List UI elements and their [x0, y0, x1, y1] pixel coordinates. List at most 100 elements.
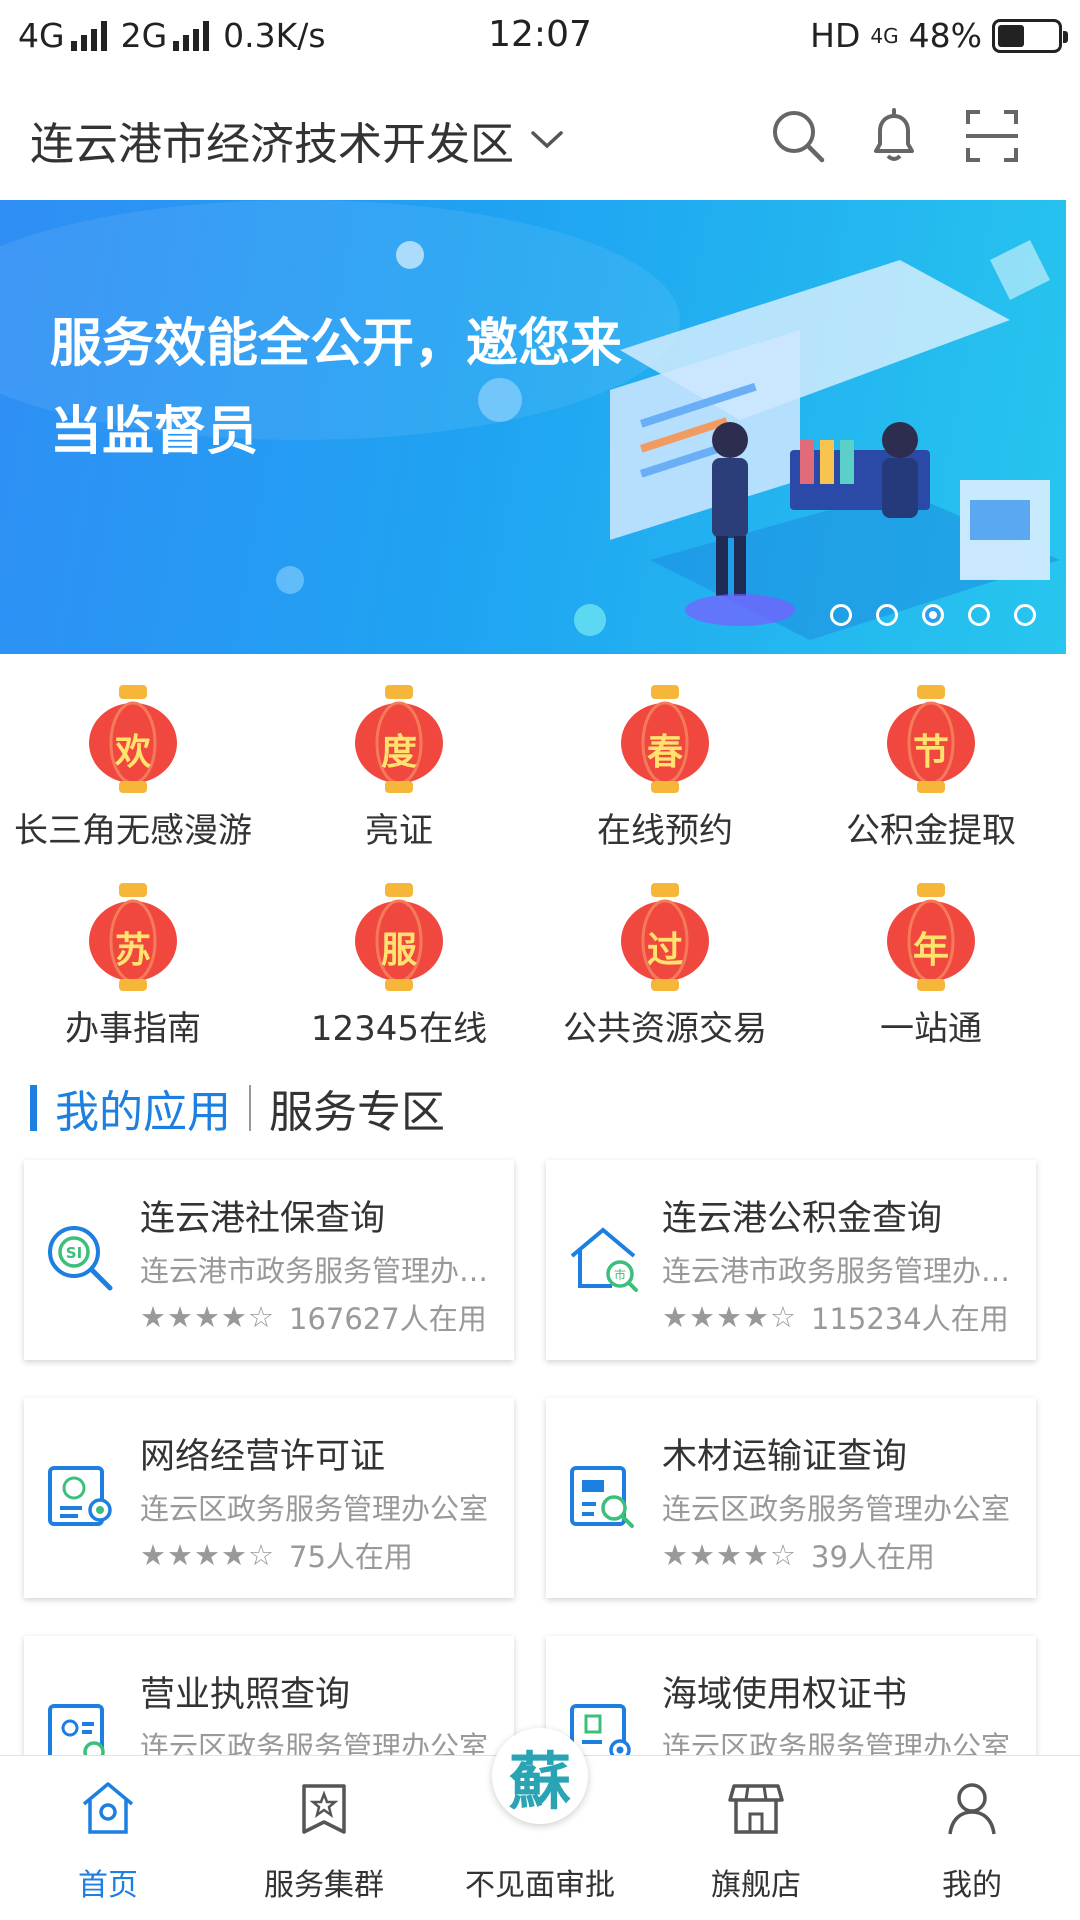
quick-item[interactable]: 春 在线预约 [532, 685, 798, 852]
store-icon [728, 1784, 784, 1834]
banner-headline: 服务效能全公开，邀您来 当监督员 [50, 300, 650, 476]
transport-certificate-icon [570, 1466, 634, 1528]
app-rating: ★★★★☆ 39人在用 [662, 1534, 935, 1576]
quick-label: 公积金提取 [846, 811, 1016, 851]
carousel-dots [830, 604, 1036, 626]
app-org: 连云港市政务服务管理办公室 [662, 1254, 1012, 1288]
section-tabs: 我的应用 服务专区 [30, 1076, 445, 1140]
nav-label: 旗舰店 [711, 1868, 801, 1903]
app-title: 网络经营许可证 [140, 1437, 386, 1477]
lantern-char: 服 [380, 930, 417, 971]
app-card[interactable]: 市 连云港公积金查询 连云港市政务服务管理办公室 ★★★★☆ 115234人在用 [546, 1160, 1036, 1360]
rating-stars: ★★★★☆ [140, 1538, 275, 1572]
volte-indicator: 4G [870, 23, 899, 48]
app-title: 连云港社保查询 [140, 1199, 386, 1239]
su-logo-char: 蘇 [508, 1745, 571, 1818]
quick-item[interactable]: 苏 办事指南 [0, 883, 266, 1050]
quick-item[interactable]: 度 亮证 [266, 685, 532, 852]
lantern-char: 苏 [114, 930, 151, 971]
social-security-search-icon: SI [48, 1226, 113, 1291]
nav-service-cluster[interactable]: 服务集群 [216, 1756, 432, 1920]
quick-item[interactable]: 节 公积金提取 [798, 685, 1064, 852]
app-rating: ★★★★☆ 115234人在用 [662, 1296, 1009, 1338]
battery-icon [992, 18, 1068, 53]
battery-percent: 48% [908, 16, 982, 55]
lantern-icon: 过 [615, 883, 715, 993]
tab-service-zone[interactable]: 服务专区 [269, 1076, 445, 1140]
quick-item[interactable]: 过 公共资源交易 [532, 883, 798, 1050]
app-org: 连云区政务服务管理办公室 [662, 1492, 1011, 1526]
app-card[interactable]: 网络经营许可证 连云区政务服务管理办公室 ★★★★☆ 75人在用 [24, 1398, 514, 1598]
search-icon[interactable] [768, 106, 828, 166]
banner-line-1: 服务效能全公开，邀您来 [50, 314, 623, 374]
app-users: 115234人在用 [811, 1302, 1009, 1336]
carousel-dot-active[interactable] [922, 604, 944, 626]
quick-label: 公共资源交易 [563, 1009, 767, 1049]
svg-text:市: 市 [614, 1267, 626, 1282]
su-logo-icon[interactable]: 蘇 [492, 1728, 588, 1824]
quick-label: 在线预约 [597, 811, 733, 851]
housing-fund-icon: 市 [570, 1227, 638, 1292]
promo-banner[interactable]: 服务效能全公开，邀您来 当监督员 [0, 200, 1066, 654]
lantern-icon: 年 [881, 883, 981, 993]
section-indicator [30, 1085, 37, 1131]
certificate-icon [48, 1466, 112, 1526]
quick-item[interactable]: 服 12345在线 [266, 883, 532, 1050]
app-title: 海域使用权证书 [662, 1675, 908, 1715]
quick-label: 一站通 [880, 1009, 982, 1049]
lantern-icon: 节 [881, 685, 981, 795]
carousel-dot[interactable] [830, 604, 852, 626]
scan-icon[interactable] [962, 106, 1022, 166]
region-selector[interactable]: 连云港市经济技术开发区 [30, 108, 564, 172]
app-card[interactable]: SI 连云港社保查询 连云港市政务服务管理办公室 ★★★★☆ 167627人在用 [24, 1160, 514, 1360]
lantern-char: 节 [912, 732, 949, 773]
nav-label: 服务集群 [264, 1868, 384, 1903]
rating-stars: ★★★★☆ [662, 1300, 797, 1334]
app-rating: ★★★★☆ 75人在用 [140, 1534, 413, 1576]
nav-mine[interactable]: 我的 [864, 1756, 1080, 1920]
app-users: 75人在用 [289, 1540, 413, 1574]
user-icon [948, 1783, 996, 1835]
bell-icon[interactable] [864, 106, 924, 166]
rating-stars: ★★★★☆ [140, 1300, 275, 1334]
quick-item[interactable]: 欢 长三角无感漫游 [0, 685, 266, 852]
app-card[interactable]: 木材运输证查询 连云区政务服务管理办公室 ★★★★☆ 39人在用 [546, 1398, 1036, 1598]
lantern-icon: 服 [349, 883, 449, 993]
app-org: 连云区政务服务管理办公室 [140, 1492, 489, 1526]
quick-label: 12345在线 [310, 1009, 488, 1049]
lantern-icon: 度 [349, 685, 449, 795]
app-header: 连云港市经济技术开发区 [0, 78, 1080, 200]
carousel-dot[interactable] [968, 604, 990, 626]
app-org: 连云港市政务服务管理办公室 [140, 1254, 490, 1288]
carousel-dot[interactable] [1014, 604, 1036, 626]
svg-text:SI: SI [66, 1244, 82, 1262]
lantern-char: 欢 [114, 732, 151, 773]
app-users: 39人在用 [811, 1540, 935, 1574]
status-right: HD 4G 48% [810, 16, 1068, 55]
nav-home[interactable]: 首页 [0, 1756, 216, 1920]
home-icon [82, 1782, 134, 1834]
hd-indicator: HD [810, 16, 861, 55]
app-users: 167627人在用 [289, 1302, 487, 1336]
region-name: 连云港市经济技术开发区 [30, 119, 514, 170]
chevron-down-icon [531, 131, 563, 149]
app-title: 木材运输证查询 [662, 1437, 908, 1477]
nav-label: 首页 [78, 1868, 138, 1903]
nav-label: 不见面审批 [465, 1868, 615, 1903]
nav-label: 我的 [942, 1868, 1002, 1903]
service-cluster-icon [302, 1784, 346, 1834]
app-rating: ★★★★☆ 167627人在用 [140, 1296, 487, 1338]
tab-my-apps[interactable]: 我的应用 [55, 1076, 231, 1140]
quick-label: 办事指南 [65, 1009, 201, 1049]
status-bar: 4G 2G 0.3K/s 12:07 HD 4G 48% [0, 0, 1080, 78]
quick-item[interactable]: 年 一站通 [798, 883, 1064, 1050]
carousel-dot[interactable] [876, 604, 898, 626]
quick-label: 亮证 [365, 811, 433, 851]
quick-label: 长三角无感漫游 [14, 811, 252, 851]
rating-stars: ★★★★☆ [662, 1538, 797, 1572]
nav-flagship-store[interactable]: 旗舰店 [648, 1756, 864, 1920]
app-title: 营业执照查询 [140, 1675, 351, 1715]
lantern-char: 年 [912, 930, 949, 971]
lantern-char: 度 [380, 732, 417, 773]
lantern-icon: 欢 [83, 685, 183, 795]
